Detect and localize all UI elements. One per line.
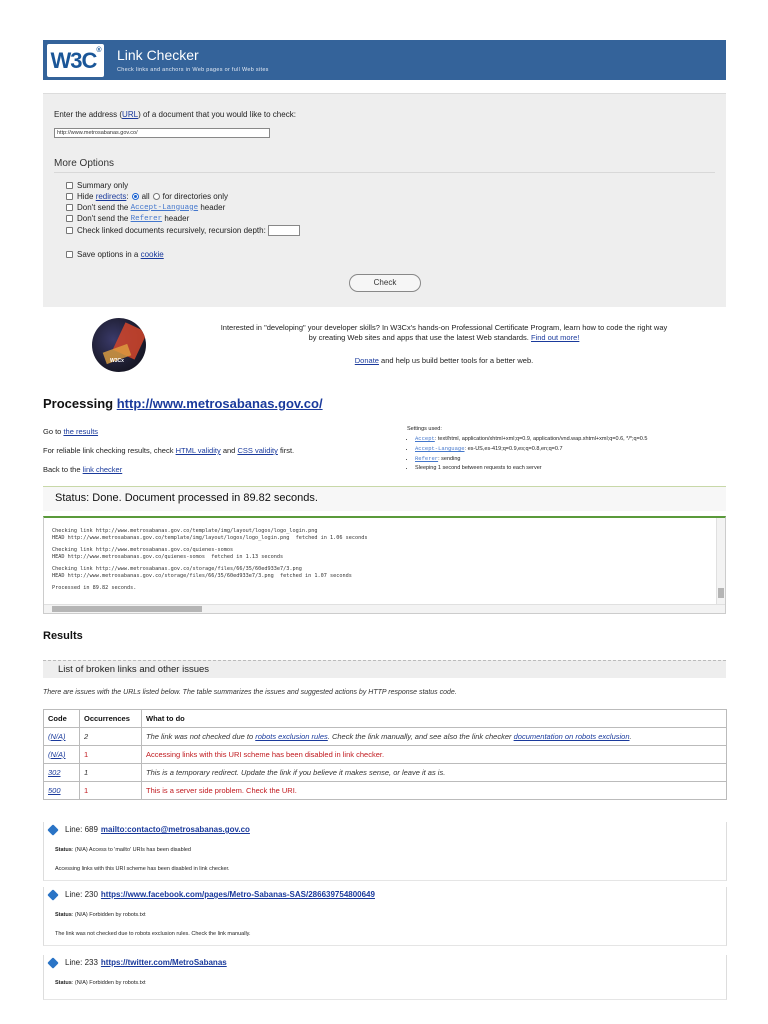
- entry-url-link[interactable]: mailto:contacto@metrosabanas.gov.co: [101, 825, 250, 834]
- option-hide-redirects: Hide redirects: all for directories only: [66, 192, 228, 201]
- url-help-link[interactable]: URL: [122, 110, 138, 119]
- css-validity-link[interactable]: CSS validity: [237, 446, 277, 455]
- log-entry: Checking link http://www.metrosabanas.go…: [52, 566, 352, 579]
- accept-language-code[interactable]: Accept-Language: [131, 204, 199, 212]
- entry-description: The link was not checked due to robots e…: [55, 931, 251, 937]
- log-vertical-scrollbar[interactable]: [716, 518, 725, 613]
- diamond-icon: [47, 823, 59, 836]
- option-accept-language: Don't send the Accept-Language header: [66, 203, 225, 212]
- recursive-checkbox[interactable]: [66, 227, 73, 234]
- setting-sleeping: Sleeping 1 second between requests to ea…: [415, 465, 737, 471]
- code-link[interactable]: (N/A): [48, 732, 66, 741]
- entry-line: Line: 689 mailto:contacto@metrosabanas.go…: [47, 823, 250, 836]
- divider: [54, 172, 715, 173]
- donate-link[interactable]: Donate: [355, 356, 379, 365]
- check-button[interactable]: Check: [349, 274, 421, 292]
- code-link[interactable]: 302: [48, 768, 61, 777]
- log-horizontal-scrollbar[interactable]: [44, 604, 725, 613]
- result-entry: Line: 233 https://twitter.com/MetroSabana…: [43, 955, 727, 1000]
- log-entry: Checking link http://www.metrosabanas.go…: [52, 547, 284, 560]
- robots-rules-link[interactable]: robots exclusion rules: [255, 732, 328, 741]
- result-entry: Line: 689 mailto:contacto@metrosabanas.go…: [43, 822, 727, 881]
- header-banner: W3C® Link Checker Check links and anchor…: [43, 40, 726, 80]
- app-title: Link Checker: [117, 47, 199, 63]
- goto-results: Go to the results: [43, 427, 99, 436]
- occurrences: 1: [79, 763, 142, 782]
- url-label: Enter the address (URL) of a document th…: [54, 110, 296, 119]
- broken-links-heading: List of broken links and other issues: [43, 660, 726, 678]
- table-header-row: Code Occurrences What to do: [43, 709, 727, 728]
- more-options-heading: More Options: [54, 158, 115, 169]
- entry-url-link[interactable]: https://www.facebook.com/pages/Metro-Sab…: [101, 890, 375, 899]
- all-radio[interactable]: [131, 193, 139, 200]
- entry-status: Status: (N/A) Forbidden by robots.txt: [55, 912, 146, 918]
- reliable-note: For reliable link checking results, chec…: [43, 446, 295, 455]
- directories-radio[interactable]: [152, 193, 160, 200]
- diamond-icon: [47, 956, 59, 969]
- setting-accept-language: Accept-Language: es-US,es-419;q=0.9,es;q…: [415, 445, 737, 452]
- option-referer: Don't send the Referer header: [66, 214, 189, 223]
- redirects-link[interactable]: redirects: [96, 192, 127, 201]
- entry-line: Line: 233 https://twitter.com/MetroSabana…: [47, 956, 227, 969]
- entry-line: Line: 230 https://www.facebook.com/pages/…: [47, 888, 375, 901]
- option-recursive: Check linked documents recursively, recu…: [66, 225, 300, 236]
- code-link[interactable]: 500: [48, 786, 61, 795]
- table-row: (N/A) 2 The link was not checked due to …: [43, 727, 727, 746]
- results-heading: Results: [43, 630, 83, 642]
- back-to-checker: Back to the link checker: [43, 465, 123, 474]
- table-row: 500 1 This is a server side problem. Che…: [43, 781, 727, 800]
- referer-code[interactable]: Referer: [131, 215, 163, 223]
- occurrences: 1: [79, 745, 142, 764]
- processed-url-link[interactable]: http://www.metrosabanas.gov.co/: [117, 396, 323, 411]
- log-done: Processed in 89.82 seconds.: [52, 585, 137, 591]
- html-validity-link[interactable]: HTML validity: [176, 446, 221, 455]
- column-header-what-to-do: What to do: [141, 709, 727, 728]
- w3c-logo[interactable]: W3C®: [47, 44, 104, 77]
- what-to-do: This is a temporary redirect. Update the…: [141, 763, 727, 782]
- option-summary: Summary only: [66, 181, 128, 190]
- save-cookie-checkbox[interactable]: [66, 251, 73, 258]
- column-header-code: Code: [43, 709, 80, 728]
- setting-accept: Accept: text/html, application/xhtml+xml…: [415, 435, 737, 442]
- referer-checkbox[interactable]: [66, 215, 73, 222]
- result-entry: Line: 230 https://www.facebook.com/pages/…: [43, 887, 727, 946]
- url-input[interactable]: [54, 128, 270, 138]
- issues-table: Code Occurrences What to do (N/A) 2 The …: [43, 709, 727, 800]
- promo-text: Interested in "developing" your develope…: [220, 323, 668, 342]
- summary-checkbox[interactable]: [66, 182, 73, 189]
- cookie-link[interactable]: cookie: [141, 250, 164, 259]
- accept-language-checkbox[interactable]: [66, 204, 73, 211]
- link-checker-link[interactable]: link checker: [83, 465, 123, 474]
- recursion-depth-input[interactable]: [267, 225, 300, 236]
- hide-redirects-checkbox[interactable]: [66, 193, 73, 200]
- find-out-more-link[interactable]: Find out more!: [531, 333, 579, 342]
- processing-heading: Processing http://www.metrosabanas.gov.c…: [43, 396, 323, 411]
- column-header-occurrences: Occurrences: [79, 709, 142, 728]
- entry-url-link[interactable]: https://twitter.com/MetroSabanas: [101, 958, 227, 967]
- table-row: (N/A) 1 Accessing links with this URI sc…: [43, 745, 727, 764]
- results-link[interactable]: the results: [63, 427, 98, 436]
- entry-status: Status: (N/A) Forbidden by robots.txt: [55, 980, 146, 986]
- check-form: Enter the address (URL) of a document th…: [43, 93, 726, 307]
- what-to-do: Accessing links with this URI scheme has…: [141, 745, 727, 764]
- donate-text: Donate and help us build better tools fo…: [354, 356, 534, 365]
- issues-note: There are issues with the URLs listed be…: [43, 689, 457, 696]
- option-save-cookie: Save options in a cookie: [66, 250, 164, 259]
- settings-used: Settings used: Accept: text/html, applic…: [407, 426, 737, 474]
- diamond-icon: [47, 888, 59, 901]
- status-message: Status: Done. Document processed in 89.8…: [43, 486, 726, 511]
- setting-referer: Referer: sending: [415, 455, 737, 462]
- code-link[interactable]: (N/A): [48, 750, 66, 759]
- progress-log[interactable]: Checking link http://www.metrosabanas.go…: [43, 516, 726, 614]
- log-entry: Checking link http://www.metrosabanas.go…: [52, 528, 368, 541]
- what-to-do: This is a server side problem. Check the…: [141, 781, 727, 800]
- robots-docs-link[interactable]: documentation on robots exclusion: [514, 732, 630, 741]
- occurrences: 1: [79, 781, 142, 800]
- w3cx-promo-logo[interactable]: W3Cx: [92, 318, 146, 372]
- occurrences: 2: [79, 727, 142, 746]
- entry-description: Accessing links with this URI scheme has…: [55, 866, 230, 872]
- app-subtitle: Check links and anchors in Web pages or …: [117, 67, 269, 73]
- table-row: 302 1 This is a temporary redirect. Upda…: [43, 763, 727, 782]
- entry-status: Status: (N/A) Access to 'mailto' URIs ha…: [55, 847, 191, 853]
